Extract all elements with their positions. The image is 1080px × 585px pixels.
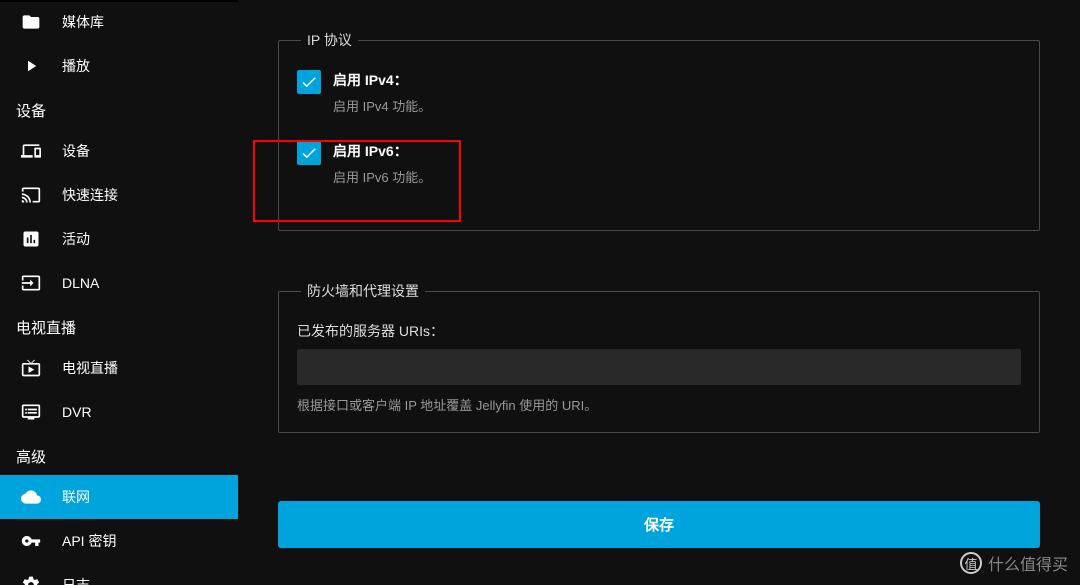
sidebar-item-networking[interactable]: 联网 — [0, 475, 238, 519]
sidebar-item-quick-connect[interactable]: 快速连接 — [0, 173, 238, 217]
sidebar-item-label: 电视直播 — [62, 358, 118, 378]
ipv4-row: 启用 IPv4： 启用 IPv4 功能。 — [297, 70, 1021, 115]
firewall-legend: 防火墙和代理设置 — [301, 281, 425, 301]
sidebar-item-label: DLNA — [62, 275, 99, 291]
sidebar-item-dvr[interactable]: DVR — [0, 390, 238, 434]
ip-protocol-legend: IP 协议 — [301, 30, 358, 50]
chart-icon — [20, 228, 42, 250]
sidebar-item-label: 联网 — [62, 487, 90, 507]
main-content: IP 协议 启用 IPv4： 启用 IPv4 功能。 启用 IPv6： 启用 I… — [238, 0, 1080, 585]
uri-desc: 根据接口或客户端 IP 地址覆盖 Jellyfin 使用的 URI。 — [297, 395, 1021, 414]
ipv4-label: 启用 IPv4： — [333, 70, 431, 90]
sidebar-item-api-keys[interactable]: API 密钥 — [0, 519, 238, 563]
watermark: 值 什么值得买 — [960, 551, 1068, 575]
section-header-devices: 设备 — [0, 88, 238, 129]
published-uris-input[interactable] — [297, 349, 1021, 385]
devices-icon — [20, 140, 42, 162]
ipv6-label: 启用 IPv6： — [333, 141, 431, 161]
ipv4-text: 启用 IPv4： 启用 IPv4 功能。 — [333, 70, 431, 115]
tap-icon — [20, 184, 42, 206]
settings-icon — [20, 574, 42, 585]
check-icon — [300, 144, 318, 162]
watermark-badge: 值 — [960, 552, 982, 574]
key-icon — [20, 530, 42, 552]
ipv4-checkbox[interactable] — [297, 70, 321, 94]
sidebar-item-label: 播放 — [62, 56, 90, 76]
input-icon — [20, 272, 42, 294]
save-button[interactable]: 保存 — [278, 501, 1040, 548]
sidebar-item-dlna[interactable]: DLNA — [0, 261, 238, 305]
uri-label: 已发布的服务器 URIs： — [297, 321, 1021, 341]
check-icon — [300, 73, 318, 91]
sidebar: 媒体库 播放 设备 设备 快速连接 活动 DLNA 电视直播 电视直播 DVR … — [0, 0, 238, 585]
play-icon — [20, 55, 42, 77]
firewall-fieldset: 防火墙和代理设置 已发布的服务器 URIs： 根据接口或客户端 IP 地址覆盖 … — [278, 281, 1040, 433]
sidebar-item-label: 活动 — [62, 229, 90, 249]
section-header-tv: 电视直播 — [0, 305, 238, 346]
sidebar-item-label: DVR — [62, 404, 92, 420]
sidebar-item-label: 设备 — [62, 141, 90, 161]
sidebar-item-activity[interactable]: 活动 — [0, 217, 238, 261]
sidebar-item-media-library[interactable]: 媒体库 — [0, 0, 238, 44]
ipv6-checkbox[interactable] — [297, 141, 321, 165]
sidebar-item-label: 媒体库 — [62, 12, 104, 32]
sidebar-item-devices[interactable]: 设备 — [0, 129, 238, 173]
sidebar-item-label: API 密钥 — [62, 531, 116, 551]
cloud-icon — [20, 486, 42, 508]
watermark-text: 什么值得买 — [988, 551, 1068, 575]
tv-icon — [20, 357, 42, 379]
ipv6-row: 启用 IPv6： 启用 IPv6 功能。 — [297, 141, 1021, 186]
ipv6-text: 启用 IPv6： 启用 IPv6 功能。 — [333, 141, 431, 186]
sidebar-item-label: 快速连接 — [62, 185, 118, 205]
dvr-icon — [20, 401, 42, 423]
ipv4-desc: 启用 IPv4 功能。 — [333, 96, 431, 115]
section-header-advanced: 高级 — [0, 434, 238, 475]
ip-protocol-fieldset: IP 协议 启用 IPv4： 启用 IPv4 功能。 启用 IPv6： 启用 I… — [278, 30, 1040, 231]
sidebar-item-logs[interactable]: 日志 — [0, 563, 238, 585]
ipv6-desc: 启用 IPv6 功能。 — [333, 167, 431, 186]
folder-icon — [20, 11, 42, 33]
sidebar-item-live-tv[interactable]: 电视直播 — [0, 346, 238, 390]
sidebar-item-label: 日志 — [62, 575, 90, 585]
sidebar-item-playback[interactable]: 播放 — [0, 44, 238, 88]
